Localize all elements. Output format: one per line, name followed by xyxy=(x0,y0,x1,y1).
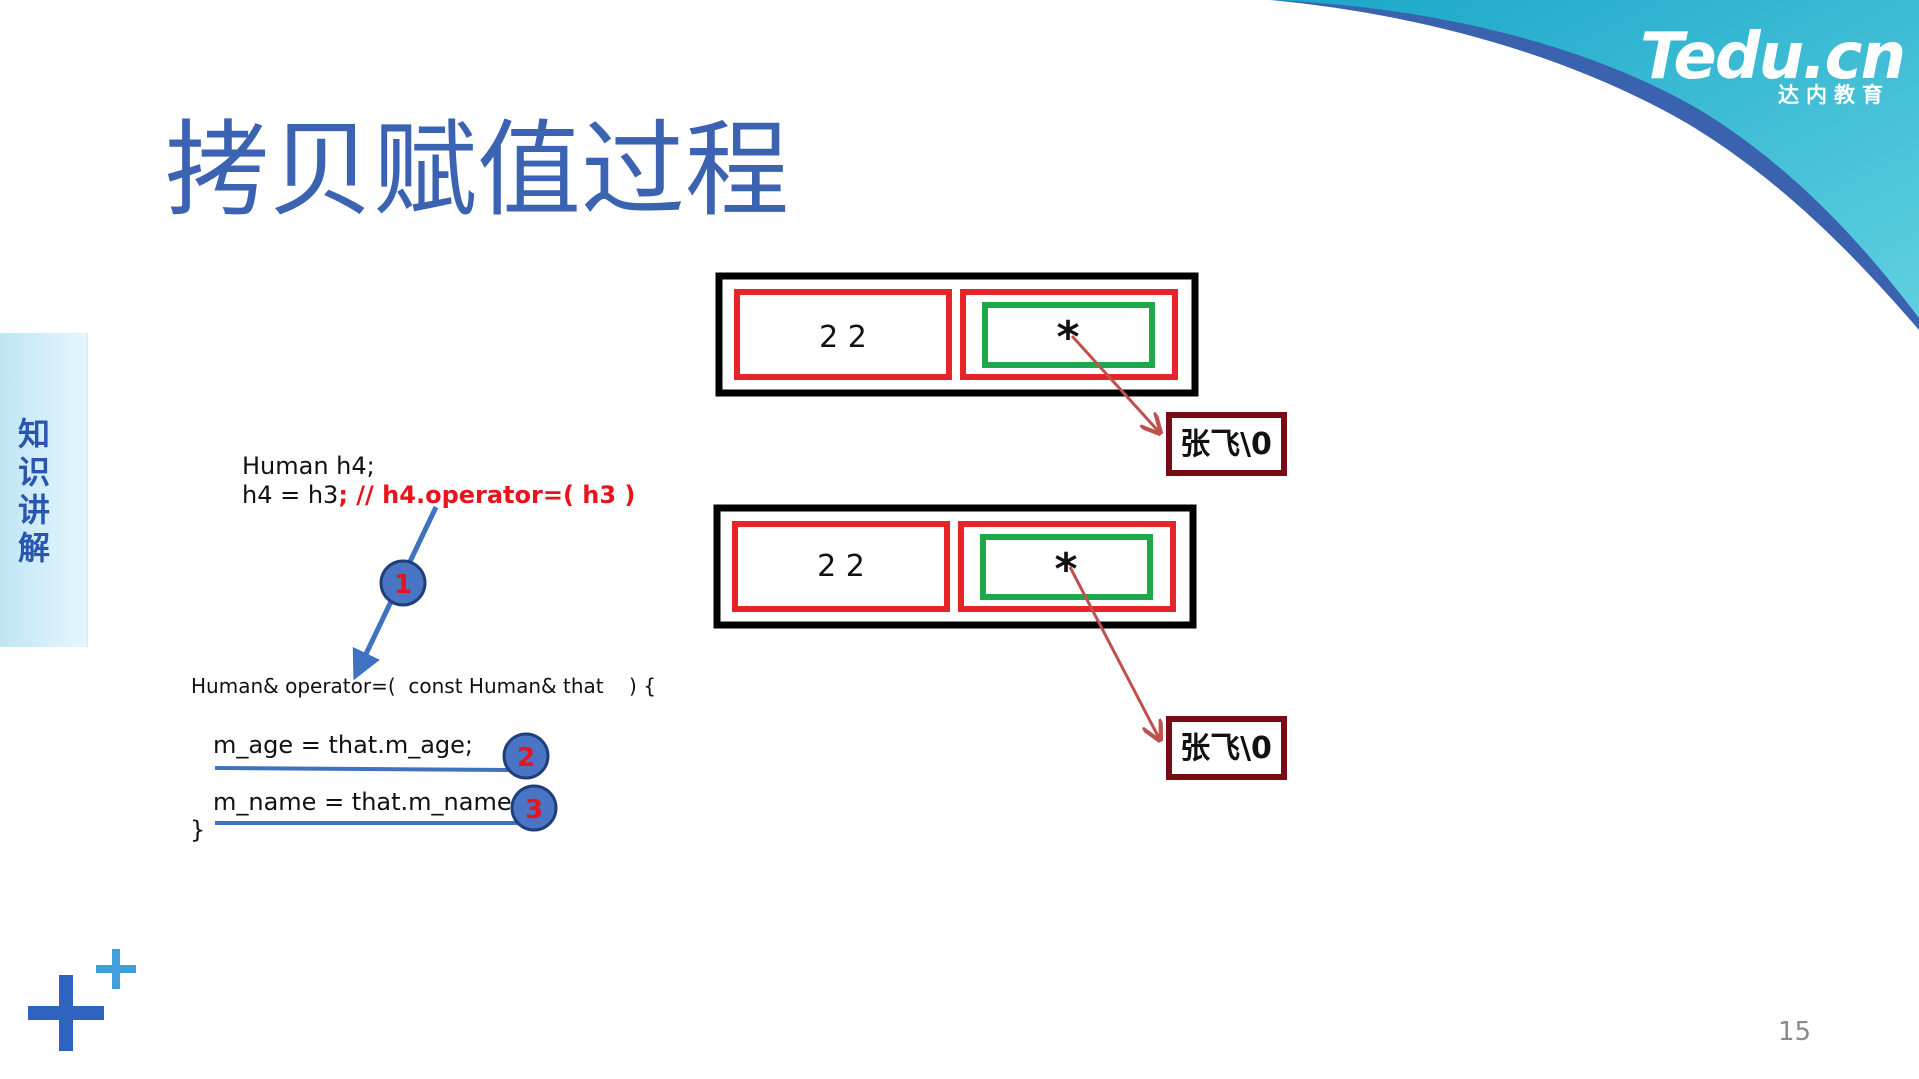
svg-text:2: 2 xyxy=(517,743,535,773)
brand-tagline: 达内教育 xyxy=(1778,83,1890,107)
svg-text:1: 1 xyxy=(394,570,412,600)
stmt-copy-age: m_age = that.m_age; xyxy=(213,731,473,759)
heap-string-text: 张飞\0 xyxy=(1180,731,1272,766)
pointer-symbol: * xyxy=(1056,312,1079,363)
brand-banner: Tedu.cn 达内教育 xyxy=(1270,0,1919,330)
heap-string-text: 张飞\0 xyxy=(1180,427,1272,462)
code-comment: // h4.operator=( h3 ) xyxy=(348,481,635,509)
side-tab-char: 讲 xyxy=(18,491,50,529)
pointer-arrow-h3 xyxy=(1070,334,1160,433)
pointer-arrow-h4 xyxy=(1068,566,1160,740)
side-tab-char: 识 xyxy=(18,453,50,491)
page-number: 15 xyxy=(1778,1017,1811,1047)
object-h4: 2 2 * xyxy=(713,504,1197,629)
step-badge-3: 3 xyxy=(510,784,558,832)
svg-text:3: 3 xyxy=(525,795,543,825)
close-brace: } xyxy=(190,816,205,844)
heap-string-h4: 张飞\0 xyxy=(1166,716,1287,780)
code-line-declare: Human h4; xyxy=(242,452,375,480)
side-tab-char: 解 xyxy=(18,529,50,567)
plus-decoration-icon xyxy=(28,949,136,1051)
pointer-symbol: * xyxy=(1054,544,1077,595)
heap-string-h3: 张飞\0 xyxy=(1166,412,1287,476)
page-title: 拷贝赋值过程 xyxy=(165,109,789,231)
code-assign-semicolon: ; xyxy=(338,481,348,509)
step-badge-1: 1 xyxy=(379,559,427,607)
member-age-value: 2 2 xyxy=(817,549,865,584)
step-badge-2: 2 xyxy=(502,732,550,780)
code-line-assign: h4 = h3; // h4.operator=( h3 ) xyxy=(242,481,635,509)
step2-underline xyxy=(214,766,511,772)
side-tab-char: 知 xyxy=(18,415,50,453)
member-age-value: 2 2 xyxy=(819,320,867,355)
code-assign-expr: h4 = h3 xyxy=(242,481,338,509)
operator-signature: Human& operator=( const Human& that ) { xyxy=(191,674,656,698)
code-block: Human h4; h4 = h3; // h4.operator=( h3 )… xyxy=(190,452,656,844)
stmt-copy-name: m_name = that.m_name; xyxy=(213,788,520,816)
side-tab: 知 识 讲 解 xyxy=(0,333,88,647)
object-h3: 2 2 * xyxy=(715,272,1199,397)
